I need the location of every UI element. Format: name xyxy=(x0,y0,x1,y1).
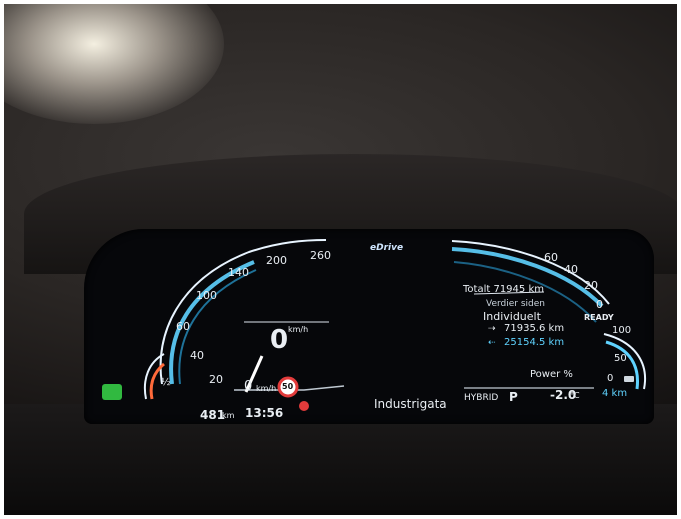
fuel-range-unit: km xyxy=(222,411,235,420)
speed-tick-60: 60 xyxy=(176,320,190,333)
electric-range: 4 km xyxy=(602,388,628,399)
power-tick-60: 60 xyxy=(544,251,558,264)
trip-electric-icon: ⇠ xyxy=(488,338,496,348)
trip-mode: Individuelt xyxy=(483,310,541,323)
digital-speed: 0 xyxy=(270,325,289,355)
battery-tick-50: 50 xyxy=(614,353,627,364)
edrive-logo: eDrive xyxy=(370,243,404,253)
power-percent-label: Power % xyxy=(530,369,573,380)
trip-electric-distance: 25154.5 km xyxy=(504,337,565,348)
battery-tick-100: 100 xyxy=(612,325,632,336)
speed-limit-value: 50 xyxy=(282,382,294,391)
speed-tick-140: 140 xyxy=(228,266,249,279)
speed-tick-100: 100 xyxy=(196,289,217,302)
photo: eDrive 20 40 60 80 100 140 200 260 ½ 0 k… xyxy=(4,4,677,515)
digital-speed-unit: km/h xyxy=(288,325,309,334)
power-tick-40: 40 xyxy=(564,263,578,276)
trip-fuel-distance: 71935.6 km xyxy=(504,323,565,334)
power-tick-20: 20 xyxy=(584,279,598,292)
plug-icon xyxy=(624,376,634,382)
odometer-total: Totalt 71945 km xyxy=(463,284,544,295)
trip-reset-label: Verdier siden xyxy=(486,299,545,309)
speed-tick-260: 260 xyxy=(310,249,331,262)
speed-tick-20: 20 xyxy=(209,373,223,386)
speedometer-glow-arc-inner xyxy=(178,269,257,385)
current-street: Industrigata xyxy=(374,397,447,411)
trip-fuel-icon: ⇢ xyxy=(488,324,496,334)
needle-speed-value: 0 xyxy=(244,379,253,394)
fuel-half-label: ½ xyxy=(161,377,171,388)
speedometer-outer-arc xyxy=(159,239,327,385)
gauge-graphics xyxy=(102,239,646,411)
speed-tick-200: 200 xyxy=(266,254,287,267)
temperature-unit: °C xyxy=(570,391,580,400)
power-tick-0: 0 xyxy=(596,298,603,311)
clock: 13:56 xyxy=(245,406,284,420)
speed-tick-40: 40 xyxy=(190,349,204,362)
needle-speed-unit: km/h xyxy=(256,384,277,393)
drive-mode: HYBRID xyxy=(464,393,499,403)
gear-indicator: P xyxy=(509,390,518,404)
eco-indicator-glow xyxy=(102,384,122,400)
ready-indicator: READY xyxy=(584,313,614,322)
battery-tick-0: 0 xyxy=(607,373,614,384)
seatbelt-warning-icon xyxy=(299,401,309,411)
